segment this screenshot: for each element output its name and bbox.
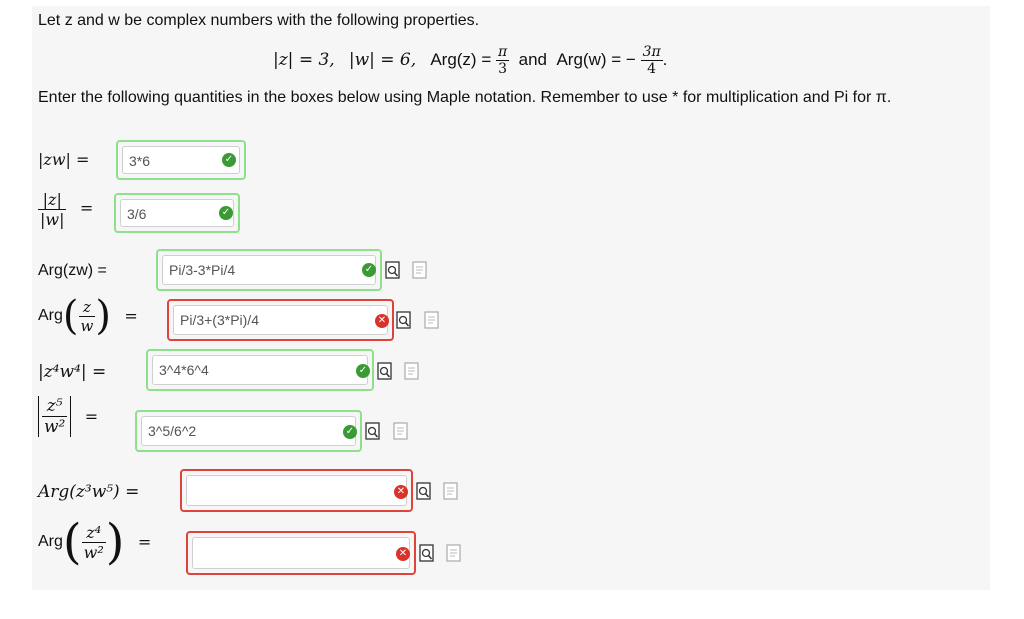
preview-icon[interactable] <box>377 362 393 380</box>
answer-input-4[interactable]: Pi/3+(3*Pi)/4 <box>173 305 388 335</box>
arg-z-num: π <box>497 44 508 60</box>
label-mod-zw: |zw| = <box>38 150 90 169</box>
frac-num: |z| <box>42 190 62 209</box>
frac-den: |w| <box>38 209 67 229</box>
label-mod-z-over-w: |z| |w| = <box>38 190 93 229</box>
instructions: Enter the following quantities in the bo… <box>38 89 892 106</box>
frac-z5-w2: z⁵ w² <box>42 396 68 437</box>
equals: = <box>84 407 99 426</box>
label-mod-z5-over-w2: z⁵ w² = <box>38 396 98 437</box>
arg-text: Arg <box>38 533 63 550</box>
checkmark-icon: ✓ <box>362 263 376 277</box>
label-arg-z3w5: Arg(z³w⁵) = <box>38 482 140 502</box>
help-document-icon[interactable] <box>443 482 459 500</box>
checkmark-icon: ✓ <box>356 364 370 378</box>
preview-icon[interactable] <box>365 422 381 440</box>
answer-box-7 <box>180 469 413 512</box>
help-document-icon[interactable] <box>393 422 409 440</box>
frac-num: z⁵ <box>46 396 63 416</box>
answer-input-8[interactable] <box>192 537 410 569</box>
answer-box-4: Pi/3+(3*Pi)/4 <box>167 299 394 341</box>
answer-box-3: Pi/3-3*Pi/4 <box>156 249 382 291</box>
answer-input-5[interactable]: 3^4*6^4 <box>152 355 368 385</box>
answer-input-7[interactable] <box>186 475 407 506</box>
preview-icon[interactable] <box>416 482 432 500</box>
x-circle-icon: ✕ <box>396 547 410 561</box>
frac-den: w <box>78 315 96 335</box>
checkmark-icon: ✓ <box>343 425 357 439</box>
answer-box-5: 3^4*6^4 <box>146 349 374 391</box>
period: . <box>662 49 668 69</box>
label-arg-z-over-w: Arg( z w ) = <box>38 296 138 336</box>
frac-den: w² <box>81 541 106 562</box>
help-document-icon[interactable] <box>412 261 428 279</box>
properties-line: |z| = 3, |w| = 6, Arg(z) = π 3 and Arg(w… <box>273 44 667 77</box>
arg-text: Arg <box>38 307 63 324</box>
label-mod-z4w4: |z⁴w⁴| = <box>38 362 107 382</box>
frac-num: z⁴ <box>86 522 102 542</box>
help-document-icon[interactable] <box>446 544 462 562</box>
right-paren: ) <box>95 293 111 339</box>
help-document-icon[interactable] <box>424 311 440 329</box>
arg-w-fraction: 3π 4 <box>640 44 663 77</box>
frac-den: w² <box>42 416 68 437</box>
checkmark-icon: ✓ <box>222 153 236 167</box>
intro-text: Let z and w be complex numbers with the … <box>38 12 480 29</box>
arg-w-den: 4 <box>640 60 663 77</box>
left-paren: ( <box>62 514 82 570</box>
left-paren: ( <box>62 293 79 339</box>
frac-z-w: z w <box>78 297 96 335</box>
frac-num: z <box>82 297 91 316</box>
answer-input-2[interactable]: 3/6 <box>120 199 234 227</box>
frac-z4-w2: z⁴ w² <box>81 522 106 562</box>
answer-input-6[interactable]: 3^5/6^2 <box>141 416 356 446</box>
x-circle-icon: ✕ <box>394 485 408 499</box>
answer-box-8 <box>186 531 416 575</box>
x-circle-icon: ✕ <box>375 314 389 328</box>
equals: = <box>79 198 94 218</box>
arg-z-label: Arg(z) = <box>430 49 492 69</box>
answer-input-3[interactable]: Pi/3-3*Pi/4 <box>162 255 376 285</box>
label-arg-zw: Arg(zw) = <box>38 262 107 279</box>
checkmark-icon: ✓ <box>219 206 233 220</box>
equals: = <box>124 306 138 326</box>
label-arg-z4-over-w2: Arg( z⁴ w² ) = <box>38 514 152 570</box>
preview-icon[interactable] <box>385 261 401 279</box>
and-text: and <box>518 49 548 69</box>
equals: = <box>137 532 152 552</box>
arg-z-den: 3 <box>495 60 510 77</box>
mod-w: |w| = 6, <box>348 49 417 70</box>
arg-w-num: 3π <box>642 44 661 60</box>
preview-icon[interactable] <box>396 311 412 329</box>
right-paren: ) <box>105 514 125 570</box>
abs-bars: z⁵ w² <box>38 396 72 437</box>
preview-icon[interactable] <box>419 544 435 562</box>
arg-w-label: Arg(w) = − <box>556 49 636 69</box>
frac-z-w: |z| |w| <box>38 190 67 229</box>
help-document-icon[interactable] <box>404 362 420 380</box>
mod-z: |z| = 3, <box>273 49 335 70</box>
arg-z-fraction: π 3 <box>495 44 510 77</box>
answer-box-6: 3^5/6^2 <box>135 410 362 452</box>
